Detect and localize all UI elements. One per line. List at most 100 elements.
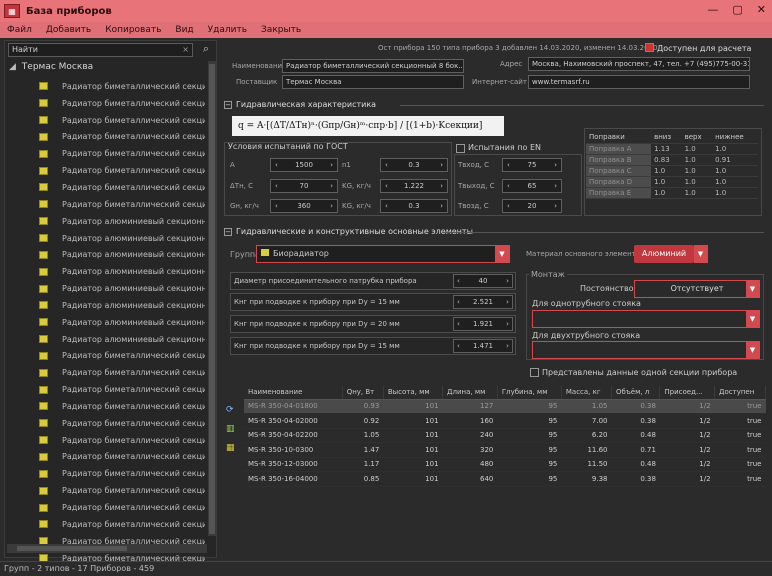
tree-item[interactable]: Радиатор биметаллический секционный ...: [5, 499, 205, 516]
column-header[interactable]: Наименование: [244, 386, 343, 400]
export-excel-icon[interactable]: ▥: [226, 424, 235, 434]
chevron-down-icon[interactable]: ▼: [495, 246, 509, 262]
table-row[interactable]: MS-R 350-12-03000 1.17 101 480 95 11.50 0.48 1/…: [244, 457, 766, 472]
dtn-stepper[interactable]: ‹ 70 ›: [270, 179, 338, 193]
tree-item[interactable]: Радиатор биметаллический секционный ...: [5, 179, 205, 196]
table-row[interactable]: MS-R 350-04-01800 0.93 101 127 95 1.05 0.38 1/2…: [244, 399, 766, 414]
tout-stepper[interactable]: ‹ 65 ›: [502, 179, 562, 193]
table-row[interactable]: MS-R 350-04-02200 1.05 101 240 95 6.20 0.48 1/2…: [244, 428, 766, 443]
tree-item[interactable]: Радиатор алюминиевый секционный R...: [5, 230, 205, 247]
tree-item[interactable]: Радиатор биметаллический секционный ...: [5, 449, 205, 466]
column-header[interactable]: Присоед...: [659, 386, 716, 400]
en-checkbox[interactable]: [456, 144, 465, 153]
tree-item[interactable]: Радиатор биметаллический секционный ...: [5, 145, 205, 162]
chart-icon[interactable]: ▦: [226, 443, 235, 453]
param-stepper[interactable]: ‹ 40 ›: [453, 274, 513, 288]
collapse-icon[interactable]: −: [224, 100, 232, 109]
table-row[interactable]: Поправка C 1.0 1.0 1.0: [586, 165, 758, 177]
clear-search-icon[interactable]: ×: [182, 44, 189, 56]
column-header[interactable]: Доступен: [714, 386, 766, 400]
tree-item[interactable]: Радиатор биметаллический секционный ...: [5, 348, 205, 365]
tair-stepper[interactable]: ‹ 20 ›: [502, 199, 562, 213]
table-row[interactable]: MS-R 350-04-02000 0.92 101 160 95 7.00 0.38 1/2…: [244, 413, 766, 429]
available-checkbox[interactable]: [645, 43, 654, 52]
tree-item[interactable]: Радиатор алюминиевый секционный R...: [5, 263, 205, 280]
menu-view[interactable]: Вид: [168, 25, 200, 35]
a-stepper[interactable]: ‹ 1500 ›: [270, 158, 338, 172]
column-header[interactable]: Длина, мм: [442, 386, 498, 400]
table-row[interactable]: Поправка A 1.13 1.0 1.0: [586, 143, 758, 155]
double-pipe-select[interactable]: ▼: [532, 341, 760, 359]
close-icon[interactable]: ✕: [757, 3, 766, 16]
geometry-section-header[interactable]: − Гидравлические и конструктивные основн…: [224, 226, 473, 237]
tree-item[interactable]: Радиатор биметаллический секционный ...: [5, 398, 205, 415]
expand-caret-icon[interactable]: ◢: [9, 62, 16, 72]
tree-item[interactable]: Радиатор биметаллический секционный ...: [5, 95, 205, 112]
chevron-down-icon[interactable]: ▼: [694, 246, 707, 262]
table-row[interactable]: MS-R 350-16-04000 0.85 101 640 95 9.38 0.38 1/2…: [244, 471, 766, 487]
search-input[interactable]: Найти ×: [8, 43, 193, 57]
tree-item[interactable]: Радиатор алюминиевый секционный R...: [5, 246, 205, 263]
column-header[interactable]: Qну, Вт: [342, 386, 384, 400]
scroll-thumb[interactable]: [209, 64, 215, 534]
column-header[interactable]: Глубина, мм: [497, 386, 562, 400]
tree-item[interactable]: Радиатор биметаллический секционный ...: [5, 381, 205, 398]
tree-item[interactable]: Радиатор биметаллический секционный ...: [5, 516, 205, 533]
tree-vertical-scrollbar[interactable]: [208, 61, 216, 536]
param-stepper[interactable]: ‹ 1.921 ›: [453, 317, 513, 331]
tree-item[interactable]: Радиатор биметаллический секционный ...: [5, 364, 205, 381]
kg-stepper[interactable]: ‹ 1.222 ›: [380, 179, 448, 193]
tree-horizontal-scrollbar[interactable]: [7, 544, 207, 553]
tree-item[interactable]: Радиатор биметаллический секционный ...: [5, 465, 205, 482]
tree-item[interactable]: Радиатор биметаллический секционный ...: [5, 78, 205, 95]
column-header[interactable]: Масса, кг: [561, 386, 613, 400]
collapse-icon[interactable]: −: [224, 227, 232, 236]
single-pipe-select[interactable]: ▼: [532, 310, 760, 328]
menu-copy[interactable]: Копировать: [98, 25, 168, 35]
menu-delete[interactable]: Удалить: [201, 25, 254, 35]
param-stepper[interactable]: ‹ 1.471 ›: [453, 339, 513, 353]
kg2-stepper[interactable]: ‹ 0.3 ›: [380, 199, 448, 213]
hydraulic-section-header[interactable]: − Гидравлическая характеристика: [224, 99, 376, 110]
tree-item[interactable]: Радиатор биметаллический секционный ...: [5, 415, 205, 432]
refresh-icon[interactable]: ⟳: [226, 405, 234, 415]
tree-item[interactable]: Радиатор биметаллический секционный ...: [5, 432, 205, 449]
maximize-icon[interactable]: ▢: [732, 3, 742, 16]
tree-item[interactable]: Радиатор биметаллический секционный ...: [5, 129, 205, 146]
tree-item[interactable]: Радиатор алюминиевый секционный R...: [5, 314, 205, 331]
tree-item[interactable]: Радиатор алюминиевый секционный R...: [5, 213, 205, 230]
tree-item[interactable]: Радиатор алюминиевый секционный R...: [5, 331, 205, 348]
tin-stepper[interactable]: ‹ 75 ›: [502, 158, 562, 172]
single-section-checkbox[interactable]: [530, 368, 539, 377]
menu-file[interactable]: Файл: [0, 25, 39, 35]
table-row[interactable]: Поправка E 1.0 1.0 1.0: [586, 187, 758, 199]
tree-item[interactable]: Радиатор алюминиевый секционный R...: [5, 297, 205, 314]
chevron-down-icon[interactable]: ▼: [746, 342, 759, 358]
table-row[interactable]: Поправка D 1.0 1.0 1.0: [586, 176, 758, 188]
scroll-thumb[interactable]: [17, 546, 127, 551]
address-field[interactable]: Москва, Нахимовский проспект, 47, тел. +…: [528, 57, 750, 71]
menu-close[interactable]: Закрыть: [254, 25, 308, 35]
table-row[interactable]: MS-R 350-10-0300 1.47 101 320 95 11.60 0.71 1/2…: [244, 442, 766, 458]
supplier-field[interactable]: Термас Москва: [282, 75, 464, 89]
column-header[interactable]: Объём, л: [611, 386, 661, 400]
mount-select[interactable]: Отсутствует ▼: [634, 280, 760, 298]
column-header[interactable]: Высота, мм: [383, 386, 444, 400]
tree-item[interactable]: Радиатор биметаллический секционный ...: [5, 112, 205, 129]
material-dropdown[interactable]: ▼: [694, 245, 708, 263]
menu-add[interactable]: Добавить: [39, 25, 98, 35]
param-stepper[interactable]: ‹ 2.521 ›: [453, 295, 513, 309]
tree-item[interactable]: Радиатор биметаллический секционный ...: [5, 482, 205, 499]
tree-root[interactable]: ◢ Термас Москва: [9, 62, 209, 76]
minimize-icon[interactable]: —: [707, 3, 718, 16]
tree-item[interactable]: Радиатор биметаллический секционный ...: [5, 162, 205, 179]
group-select[interactable]: Биорадиатор ▼: [256, 245, 510, 263]
chevron-down-icon[interactable]: ▼: [746, 311, 759, 327]
gn-stepper[interactable]: ‹ 360 ›: [270, 199, 338, 213]
tree-item[interactable]: Радиатор биметаллический секционный ...: [5, 196, 205, 213]
site-field[interactable]: www.termasrf.ru: [528, 75, 750, 89]
material-select[interactable]: Алюминий: [634, 245, 694, 263]
name-field[interactable]: Радиатор биметаллический секционный 8 бо…: [282, 59, 464, 73]
table-row[interactable]: Поправка B 0.83 1.0 0.91: [586, 154, 758, 166]
n1-stepper[interactable]: ‹ 0.3 ›: [380, 158, 448, 172]
